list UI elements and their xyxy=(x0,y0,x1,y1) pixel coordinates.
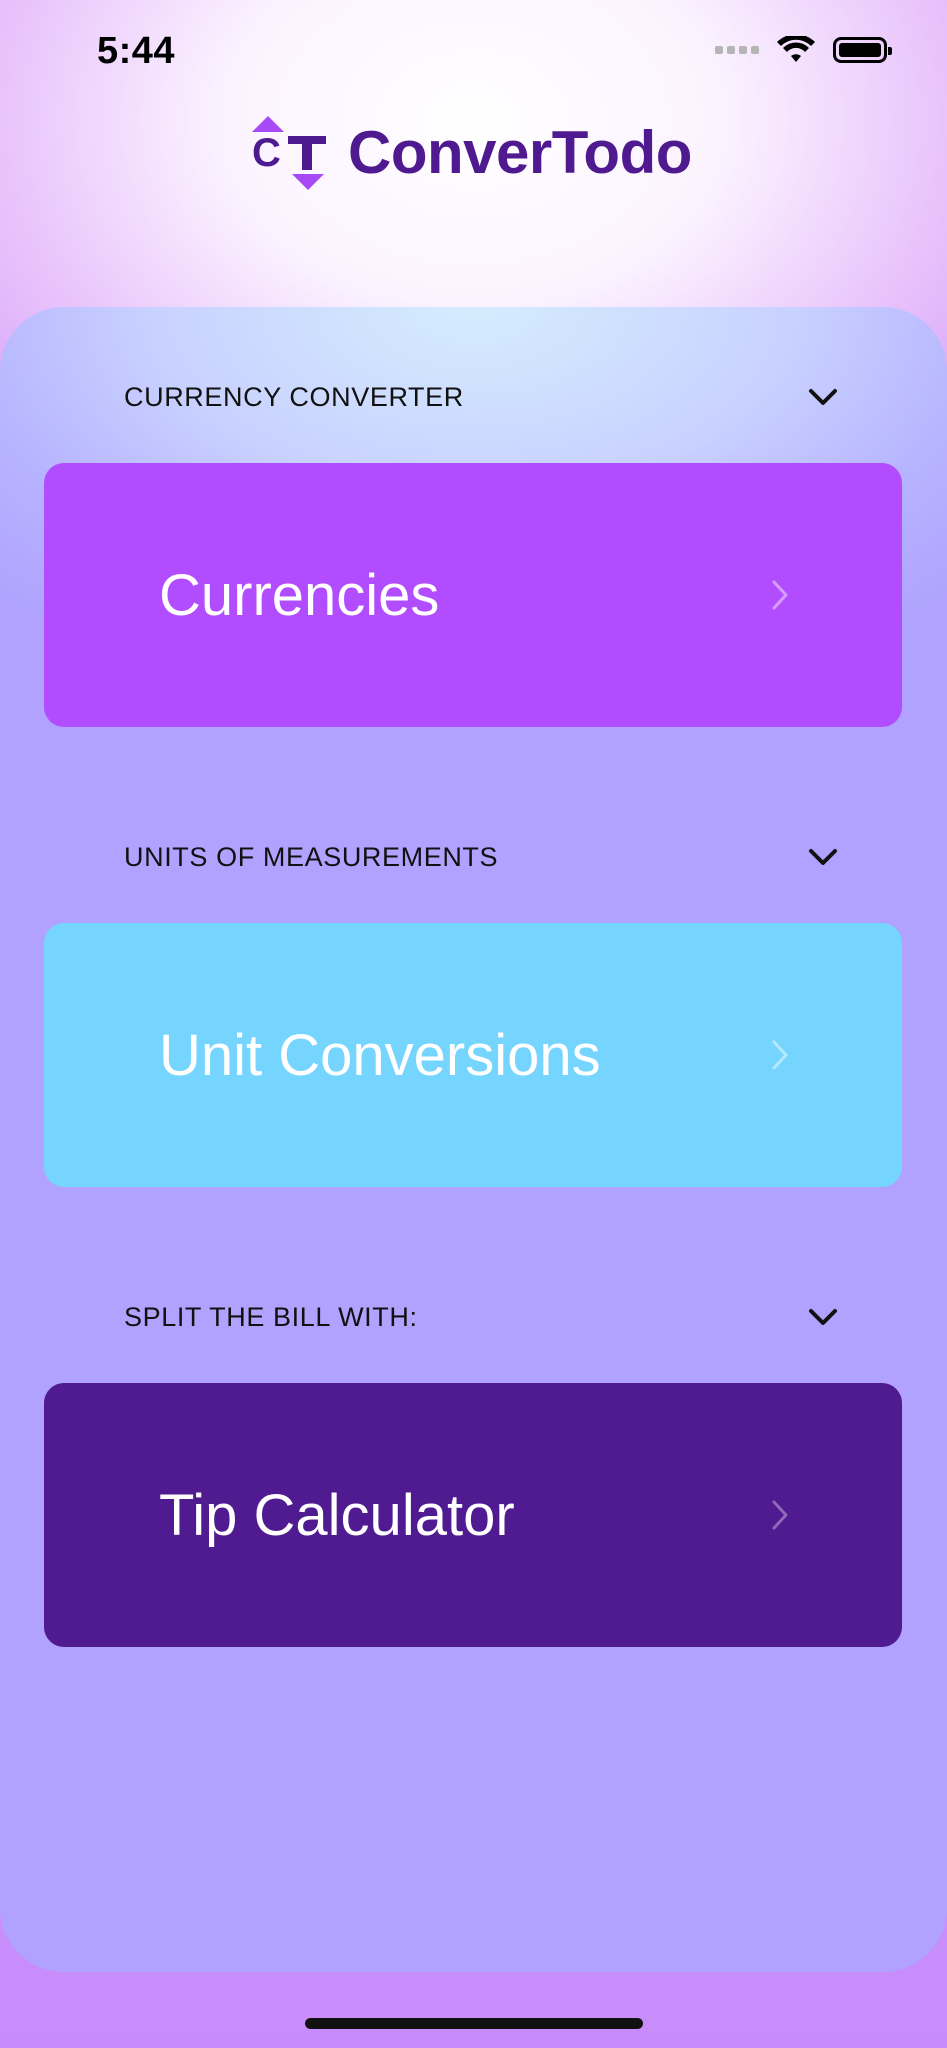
tile-label: Unit Conversions xyxy=(159,1022,601,1088)
status-bar: 5:44 xyxy=(0,0,947,110)
status-time: 5:44 xyxy=(97,30,176,72)
battery-icon xyxy=(833,37,892,63)
currencies-tile[interactable]: Currencies xyxy=(44,463,902,727)
convertodo-logo-icon: C xyxy=(252,116,326,190)
chevron-right-icon xyxy=(772,580,788,610)
section-title: SPLIT THE BILL WITH: xyxy=(124,1301,418,1332)
section-header-split-bill[interactable]: SPLIT THE BILL WITH: xyxy=(124,1287,838,1347)
svg-text:C: C xyxy=(252,131,281,175)
chevron-down-icon[interactable] xyxy=(808,847,838,867)
tile-label: Tip Calculator xyxy=(159,1482,515,1548)
unit-conversions-tile[interactable]: Unit Conversions xyxy=(44,923,902,1187)
section-title: UNITS OF MEASUREMENTS xyxy=(124,841,499,872)
tile-label: Currencies xyxy=(159,562,440,628)
section-header-currency[interactable]: CURRENCY CONVERTER xyxy=(124,367,838,427)
home-indicator[interactable] xyxy=(305,2018,643,2029)
chevron-right-icon xyxy=(772,1040,788,1070)
tip-calculator-tile[interactable]: Tip Calculator xyxy=(44,1383,902,1647)
status-icons xyxy=(715,36,892,64)
chevron-down-icon[interactable] xyxy=(808,387,838,407)
app-title: ConverTodo xyxy=(348,118,692,186)
section-header-units[interactable]: UNITS OF MEASUREMENTS xyxy=(124,827,838,887)
cellular-signal-icon xyxy=(715,46,759,54)
section-title: CURRENCY CONVERTER xyxy=(124,381,464,412)
app-logo: C ConverTodo xyxy=(252,112,692,192)
chevron-right-icon xyxy=(772,1500,788,1530)
wifi-icon xyxy=(777,36,815,62)
chevron-down-icon[interactable] xyxy=(808,1307,838,1327)
